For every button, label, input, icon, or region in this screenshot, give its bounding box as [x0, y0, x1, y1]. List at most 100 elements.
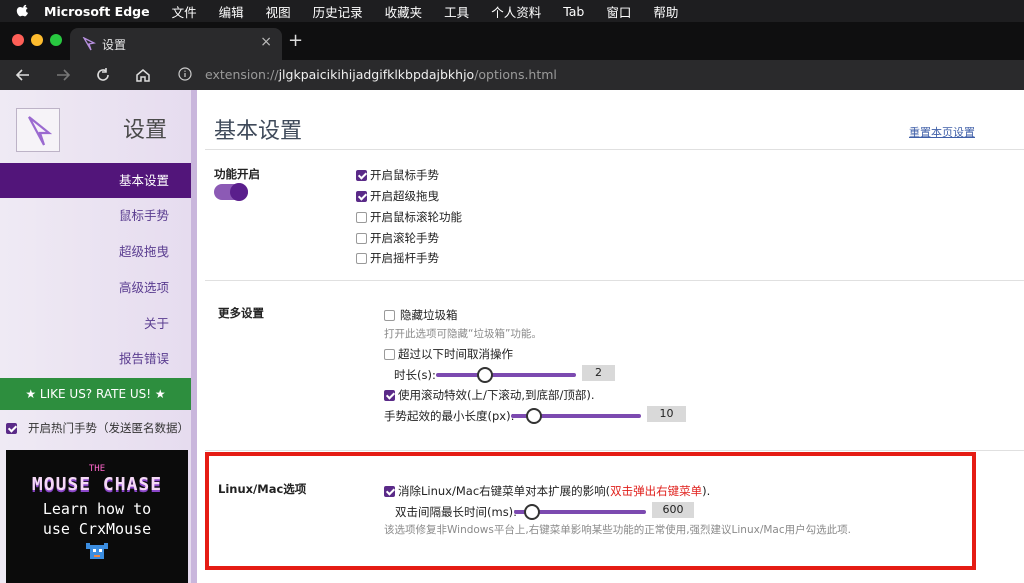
sidebar-item-gestures[interactable]: 鼠标手势 — [0, 198, 191, 233]
section-divider — [205, 280, 1024, 281]
interval-label: 双击间隔最长时间(ms): — [395, 505, 518, 519]
url-host: jlgkpaicikihijadgifklkbpdajbkhjo — [278, 67, 475, 82]
refresh-icon[interactable] — [94, 66, 112, 84]
sidebar-item-report[interactable]: 报告错误 — [0, 341, 191, 376]
double-click-link[interactable]: 双击弹出右键菜单 — [610, 483, 702, 499]
url-scheme: extension:// — [205, 67, 279, 82]
option-suffix: ). — [702, 484, 711, 498]
option-label: 超过以下时间取消操作 — [398, 347, 513, 361]
option-cancel-timeout[interactable]: 超过以下时间取消操作 — [384, 346, 513, 362]
min-length-label: 手势起效的最小长度(px): — [384, 409, 515, 423]
option-label: 开启超级拖曳 — [370, 189, 439, 203]
hot-gestures-checkbox[interactable] — [6, 422, 17, 434]
crxmouse-favicon-icon — [82, 37, 96, 51]
option-label: 隐藏垃圾箱 — [400, 308, 458, 322]
more-settings-label: 更多设置 — [218, 306, 264, 320]
option-label: 使用滚动特效(上/下滚动,到底部/顶部). — [398, 388, 595, 402]
menu-profile[interactable]: 个人资料 — [491, 2, 541, 21]
mascot-icon — [86, 543, 108, 559]
features-label: 功能开启 — [214, 167, 260, 181]
menu-tools[interactable]: 工具 — [444, 2, 469, 21]
toggle-knob — [230, 183, 248, 201]
menu-window[interactable]: 窗口 — [606, 2, 631, 21]
url-field[interactable]: extension://jlgkpaicikihijadgifklkbpdajb… — [205, 67, 557, 82]
sidebar-item-basic[interactable]: 基本设置 — [0, 163, 191, 198]
option-label: 开启摇杆手势 — [370, 251, 439, 265]
reset-page-link[interactable]: 重置本页设置 — [909, 124, 975, 140]
option-wheel[interactable]: 开启鼠标滚轮功能 — [356, 209, 462, 225]
menu-history[interactable]: 历史记录 — [313, 2, 363, 21]
option-scroll-effect[interactable]: 使用滚动特效(上/下滚动,到底部/顶部). — [384, 387, 595, 403]
rate-us-button[interactable]: ★ LIKE US? RATE US! ★ — [0, 378, 191, 410]
sidebar-item-advanced[interactable]: 高级选项 — [0, 270, 191, 305]
super-drag-checkbox[interactable] — [356, 190, 367, 202]
duration-label: 时长(s): — [394, 368, 436, 382]
zoom-window-button[interactable] — [50, 34, 62, 46]
duration-slider[interactable] — [436, 373, 576, 377]
menu-tab[interactable]: Tab — [563, 4, 584, 19]
duration-slider-thumb[interactable] — [477, 367, 493, 383]
sidebar-item-drag[interactable]: 超级拖曳 — [0, 234, 191, 269]
linux-fix-checkbox[interactable] — [384, 485, 395, 497]
joystick-checkbox[interactable] — [356, 252, 367, 264]
features-toggle[interactable] — [214, 183, 248, 201]
option-joystick[interactable]: 开启摇杆手势 — [356, 250, 439, 266]
tab-settings[interactable]: 设置 × — [70, 28, 282, 60]
promo-the: THE — [88, 464, 106, 474]
minimize-window-button[interactable] — [31, 34, 43, 46]
menu-file[interactable]: 文件 — [172, 2, 197, 21]
sidebar: 设置 基本设置 鼠标手势 超级拖曳 高级选项 关于 报告错误 ★ LIKE US… — [0, 90, 197, 583]
cancel-timeout-checkbox[interactable] — [384, 348, 395, 360]
option-label: 开启鼠标手势 — [370, 168, 439, 182]
wheel-checkbox[interactable] — [356, 211, 367, 223]
menu-bar: Microsoft Edge 文件 编辑 视图 历史记录 收藏夹 工具 个人资料… — [0, 0, 1024, 22]
option-wheel-gestures[interactable]: 开启滚轮手势 — [356, 230, 439, 246]
apple-icon[interactable] — [16, 4, 30, 18]
option-hide-trash[interactable]: 隐藏垃圾箱 — [384, 307, 458, 323]
sidebar-title: 设置 — [123, 118, 168, 143]
menu-favorites[interactable]: 收藏夹 — [385, 2, 423, 21]
promo-line-2: use CrxMouse — [42, 520, 152, 538]
forward-icon[interactable] — [54, 66, 72, 84]
tab-strip: 设置 × + — [0, 22, 1024, 60]
hot-gestures-option[interactable]: 开启热门手势（发送匿名数据） — [6, 420, 189, 436]
promo-banner[interactable]: THE MOUSE CHASE Learn how to use CrxMous… — [6, 450, 188, 583]
promo-title: MOUSE CHASE — [31, 474, 163, 495]
hide-trash-checkbox[interactable] — [384, 309, 395, 321]
close-window-button[interactable] — [12, 34, 24, 46]
duration-value: 2 — [582, 365, 615, 381]
new-tab-button[interactable]: + — [288, 30, 303, 51]
home-icon[interactable] — [134, 66, 152, 84]
promo-line-1: Learn how to — [42, 500, 152, 518]
address-bar: extension://jlgkpaicikihijadgifklkbpdajb… — [0, 60, 1024, 90]
hot-gestures-label: 开启热门手势（发送匿名数据） — [28, 421, 189, 435]
section-divider — [205, 450, 1024, 451]
menu-view[interactable]: 视图 — [266, 2, 291, 21]
page-title: 基本设置 — [214, 119, 303, 144]
linux-hint: 该选项修复非Windows平台上,右键菜单影响某些功能的正常使用,强烈建议Lin… — [384, 524, 851, 536]
option-linux-fix[interactable]: 消除Linux/Mac右键菜单对本扩展的影响(双击弹出右键菜单). — [384, 483, 710, 499]
min-length-slider-thumb[interactable] — [526, 408, 542, 424]
option-label: 消除Linux/Mac右键菜单对本扩展的影响( — [398, 484, 611, 498]
interval-slider-thumb[interactable] — [524, 504, 540, 520]
sidebar-item-about[interactable]: 关于 — [0, 306, 191, 341]
interval-value: 600 — [652, 502, 694, 518]
url-path: /options.html — [474, 67, 557, 82]
back-icon[interactable] — [14, 66, 32, 84]
mouse-gestures-checkbox[interactable] — [356, 169, 367, 181]
min-length-value: 10 — [647, 406, 686, 422]
menu-help[interactable]: 帮助 — [653, 2, 678, 21]
hide-trash-hint: 打开此选项可隐藏“垃圾箱”功能。 — [384, 328, 542, 340]
wheel-gestures-checkbox[interactable] — [356, 232, 367, 244]
crxmouse-logo — [16, 108, 60, 152]
scroll-effect-checkbox[interactable] — [384, 389, 395, 401]
tab-close-icon[interactable]: × — [260, 34, 272, 50]
cursor-logo-icon — [28, 116, 53, 146]
info-icon[interactable] — [178, 67, 192, 81]
option-super-drag[interactable]: 开启超级拖曳 — [356, 188, 439, 204]
option-mouse-gestures[interactable]: 开启鼠标手势 — [356, 167, 439, 183]
menu-edit[interactable]: 编辑 — [219, 2, 244, 21]
title-divider — [205, 149, 1024, 150]
menu-app-name[interactable]: Microsoft Edge — [44, 4, 150, 19]
option-label: 开启鼠标滚轮功能 — [370, 210, 462, 224]
